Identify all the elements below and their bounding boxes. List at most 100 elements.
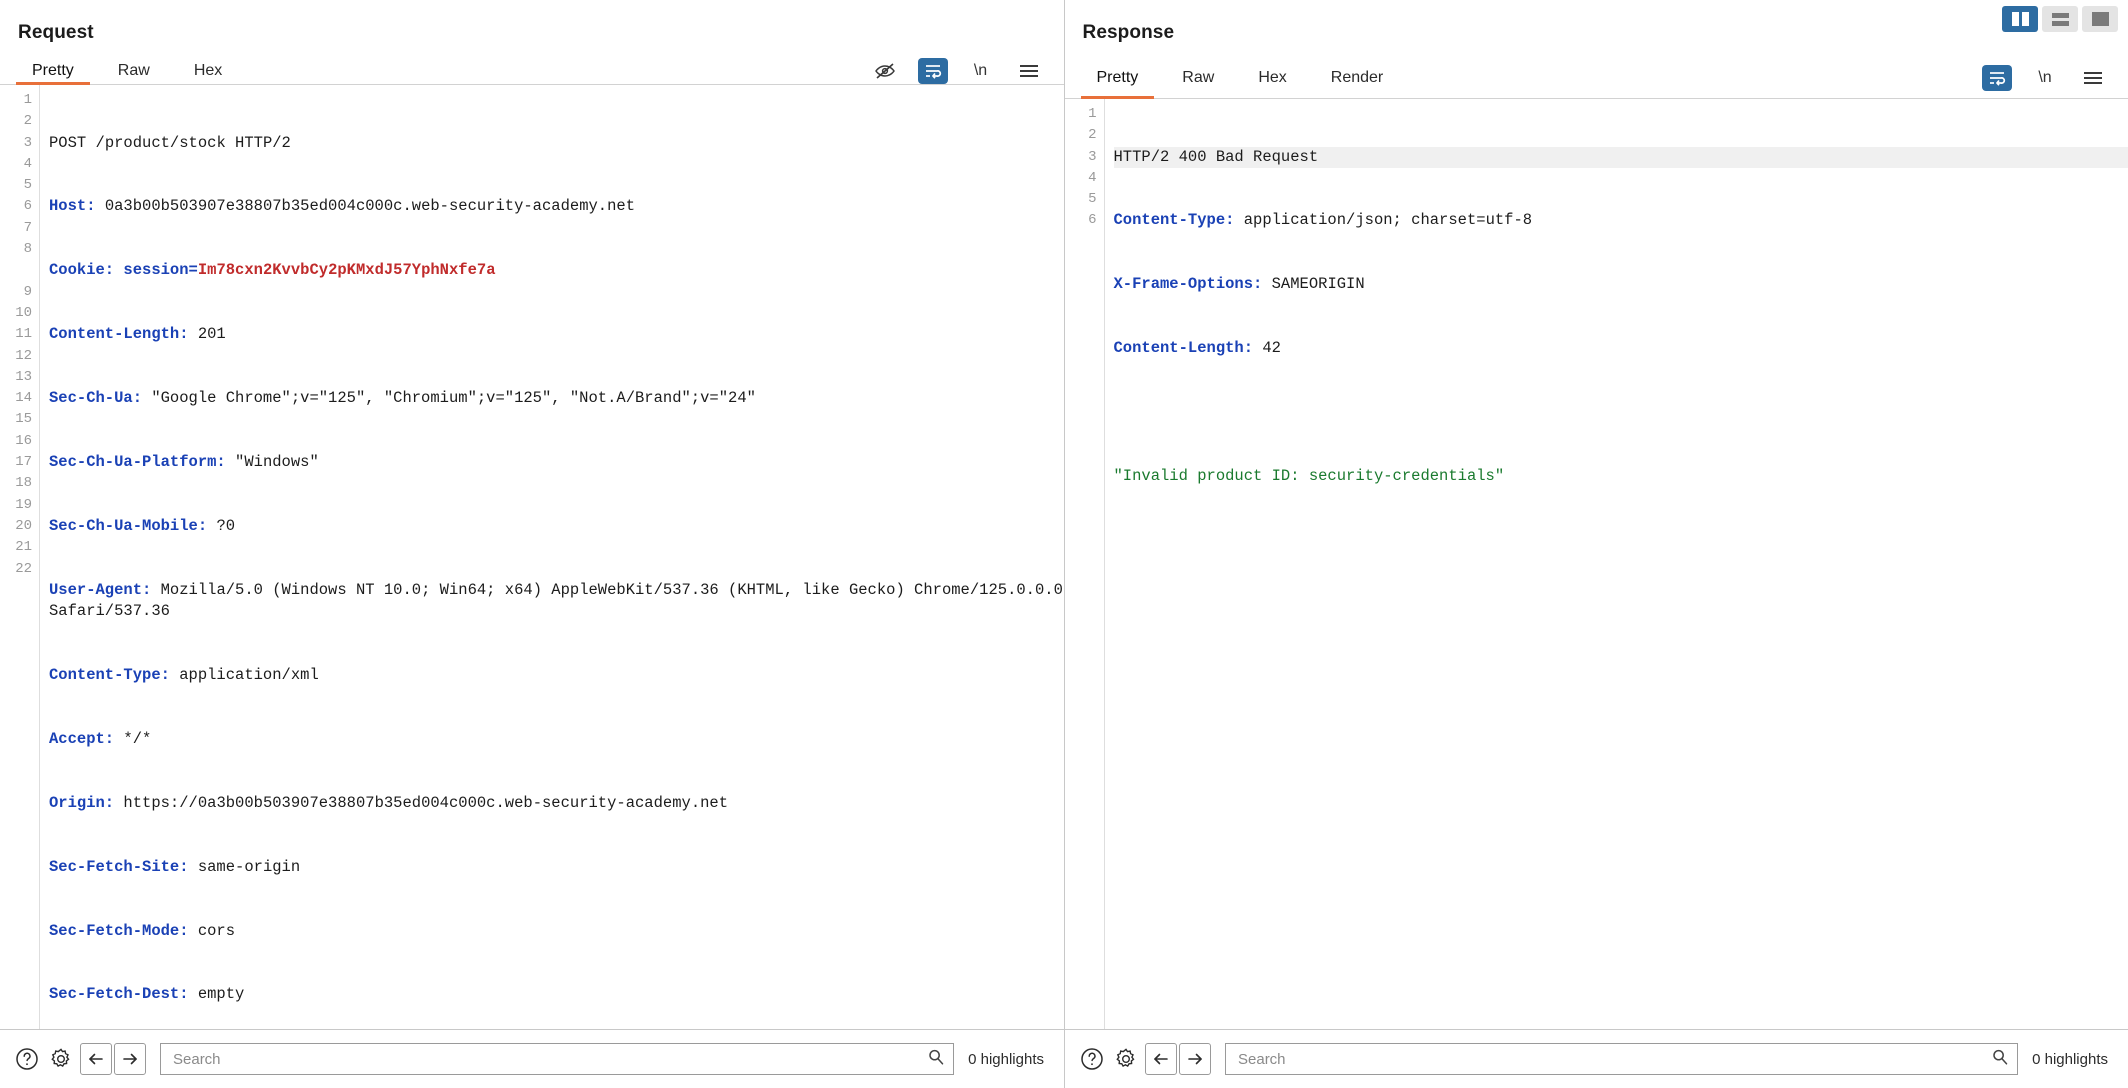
response-pane: Response Pretty Raw Hex Render \n 1 2 3 … [1063, 0, 2128, 1029]
header-value: cors [188, 921, 236, 940]
line-number: 11 [15, 326, 32, 343]
line-number: 1 [23, 92, 32, 108]
response-editor[interactable]: 1 2 3 4 5 6 HTTP/2 400 Bad Request Conte… [1064, 99, 2128, 1029]
line-number: 17 [15, 454, 32, 471]
header-name: Origin: [49, 793, 115, 812]
line-number: 10 [15, 304, 32, 321]
header-value: "Google Chrome";v="125", "Chromium";v="1… [142, 389, 756, 408]
back-arrow-icon[interactable] [80, 1043, 112, 1075]
layout-single-pane-button[interactable] [2082, 6, 2118, 32]
newline-icon[interactable]: \n [2030, 65, 2060, 91]
code-line: Sec-Fetch-Site: same-origin [49, 857, 1064, 878]
line-number: 9 [23, 283, 32, 300]
code-line: X-Frame-Options: SAMEORIGIN [1114, 274, 2128, 295]
header-value: SAMEORIGIN [1262, 275, 1365, 294]
line-number [0, 260, 32, 281]
burp-message-editor: Request Pretty Raw Hex \n 1 2 3 4 5 6 7 … [0, 0, 2128, 1088]
header-value: */* [114, 729, 152, 748]
line-number: 1 [1088, 106, 1097, 122]
settings-gear-icon[interactable] [1109, 1042, 1143, 1076]
code-line: Accept: */* [49, 729, 1064, 750]
request-target: /product/stock HTTP/2 [86, 133, 291, 152]
menu-icon[interactable] [1014, 58, 1044, 84]
line-number: 15 [15, 411, 32, 428]
settings-gear-icon[interactable] [44, 1042, 78, 1076]
code-line: Content-Type: application/json; charset=… [1114, 210, 2128, 231]
line-number: 8 [23, 241, 32, 258]
header-name: Sec-Fetch-Dest: [49, 985, 189, 1004]
code-line: Sec-Ch-Ua-Platform: "Windows" [49, 452, 1064, 473]
header-value: 201 [188, 325, 226, 344]
forward-arrow-icon[interactable] [1179, 1043, 1211, 1075]
single-pane-icon [2091, 12, 2109, 26]
request-search-box[interactable] [160, 1043, 955, 1075]
line-number: 5 [1088, 191, 1097, 208]
header-value: application/xml [169, 666, 319, 685]
request-tabs: Pretty Raw Hex [10, 58, 244, 85]
http-method: POST [49, 133, 87, 152]
code-line: POST /product/stock HTTP/2 [49, 133, 1064, 154]
header-name: Sec-Ch-Ua-Platform: [49, 453, 226, 472]
request-code[interactable]: POST /product/stock HTTP/2 Host: 0a3b00b… [40, 85, 1064, 1029]
code-line-status: HTTP/2 400 Bad Request [1113, 146, 2128, 168]
header-value: ?0 [207, 516, 236, 535]
request-editor[interactable]: 1 2 3 4 5 6 7 8 9 10 11 12 13 14 15 16 1… [0, 85, 1064, 1029]
line-number: 4 [1088, 169, 1097, 186]
line-number: 3 [1088, 148, 1097, 165]
forward-arrow-icon[interactable] [114, 1043, 146, 1075]
tab-response-render[interactable]: Render [1309, 58, 1405, 98]
line-number: 20 [15, 517, 32, 534]
code-line: Content-Length: 42 [1114, 338, 2128, 359]
search-icon[interactable] [1991, 1048, 2009, 1071]
line-number: 18 [15, 475, 32, 492]
header-value: same-origin [188, 857, 301, 876]
code-line: Host: 0a3b00b503907e38807b35ed004c000c.w… [49, 196, 1064, 217]
search-input[interactable] [1236, 1049, 1992, 1069]
layout-toggle-group [2002, 6, 2118, 32]
help-icon[interactable] [1075, 1042, 1109, 1076]
search-icon[interactable] [927, 1048, 945, 1071]
hamburger-glyph [1019, 65, 1038, 77]
newline-label: \n [2038, 69, 2052, 86]
header-value: 42 [1253, 339, 1281, 358]
layout-split-horizontal-button[interactable] [2042, 6, 2078, 32]
line-number: 3 [23, 134, 32, 151]
code-line: Sec-Ch-Ua: "Google Chrome";v="125", "Chr… [49, 388, 1064, 409]
menu-icon[interactable] [2078, 65, 2108, 91]
code-line: Origin: https://0a3b00b503907e38807b35ed… [49, 793, 1064, 814]
request-tabbar: Pretty Raw Hex \n [0, 58, 1064, 85]
panes-container: Request Pretty Raw Hex \n 1 2 3 4 5 6 7 … [0, 0, 2128, 1029]
eye-slash-icon[interactable] [870, 58, 900, 84]
help-icon[interactable] [10, 1042, 44, 1076]
response-code[interactable]: HTTP/2 400 Bad Request Content-Type: app… [1105, 99, 2128, 1029]
tab-request-raw[interactable]: Raw [96, 58, 172, 84]
newline-icon[interactable]: \n [966, 58, 996, 84]
header-value: empty [188, 985, 245, 1004]
word-wrap-icon[interactable] [917, 58, 948, 84]
tab-response-raw[interactable]: Raw [1160, 58, 1236, 98]
word-wrap-icon[interactable] [1982, 65, 2012, 91]
tab-request-pretty[interactable]: Pretty [10, 58, 96, 85]
layout-split-vertical-button[interactable] [2002, 6, 2038, 32]
tab-response-pretty[interactable]: Pretty [1075, 58, 1161, 99]
back-arrow-icon[interactable] [1145, 1043, 1177, 1075]
response-status-line: HTTP/2 400 Bad Request [1113, 147, 1319, 166]
line-number: 12 [15, 347, 32, 364]
tab-request-hex[interactable]: Hex [172, 58, 244, 84]
code-line: User-Agent: Mozilla/5.0 (Windows NT 10.0… [49, 580, 1064, 623]
code-line: Content-Length: 201 [49, 324, 1064, 345]
response-search-box[interactable] [1225, 1043, 2019, 1075]
search-input[interactable] [171, 1049, 928, 1069]
header-value: Mozilla/5.0 (Windows NT 10.0; Win64; x64… [49, 580, 1063, 621]
header-name: Host: [49, 197, 96, 216]
code-line: Sec-Fetch-Dest: empty [49, 984, 1064, 1005]
header-name: Content-Type: [1113, 211, 1235, 230]
hamburger-glyph [2084, 72, 2102, 84]
response-highlights-count: 0 highlights [2032, 1050, 2108, 1068]
tab-response-hex[interactable]: Hex [1236, 58, 1308, 98]
line-number: 6 [23, 198, 32, 215]
response-line-numbers: 1 2 3 4 5 6 [1064, 99, 1105, 1029]
line-number: 2 [1088, 127, 1097, 144]
line-number: 21 [15, 539, 32, 556]
